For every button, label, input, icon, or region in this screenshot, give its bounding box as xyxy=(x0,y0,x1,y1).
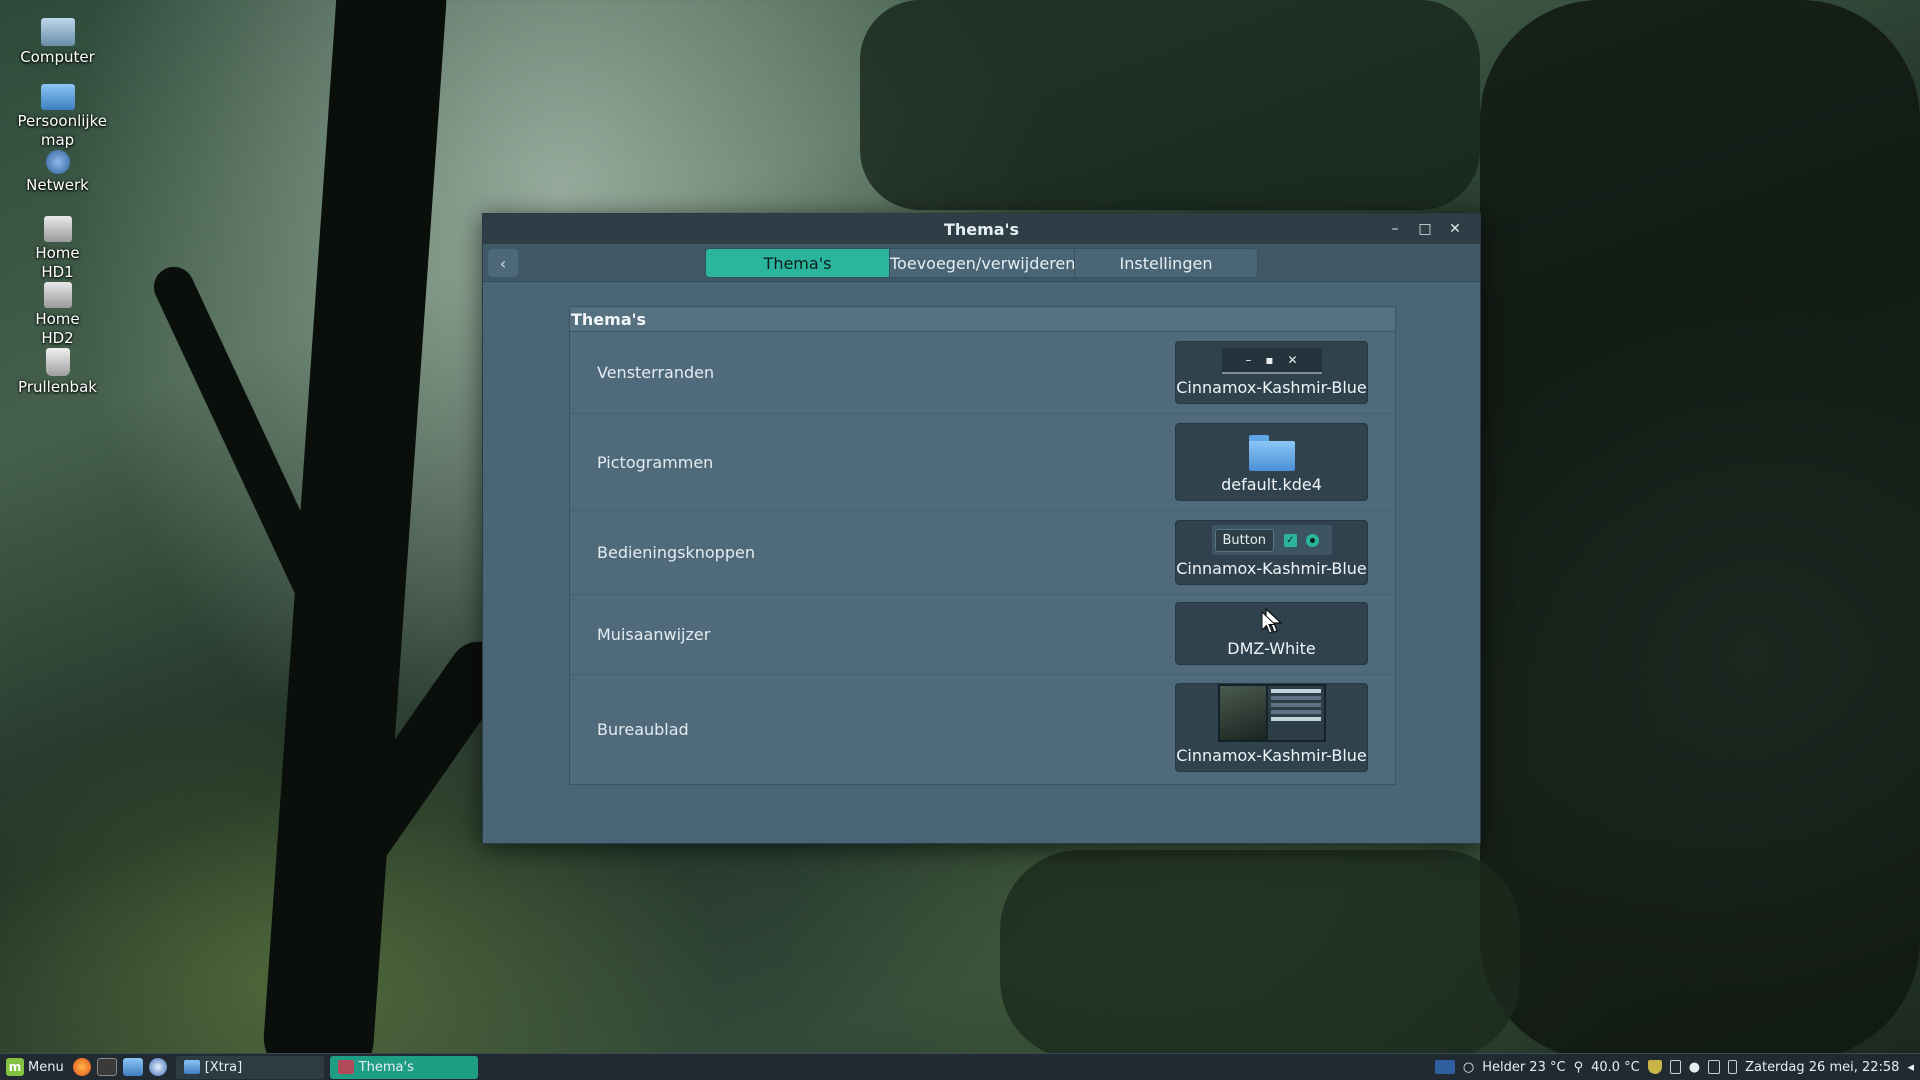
icons-theme-button[interactable]: default.kde4 xyxy=(1175,423,1368,501)
tab-settings[interactable]: Instellingen xyxy=(1074,248,1257,277)
tree-foliage xyxy=(860,0,1480,210)
desktop-icon-home-hd2[interactable]: Home HD2 xyxy=(10,282,105,348)
folder-icon xyxy=(183,1060,200,1074)
minimize-button[interactable]: – xyxy=(1380,221,1410,237)
desktop-theme-button[interactable]: Cinnamox-Kashmir-Blue xyxy=(1175,683,1368,772)
terminal-icon[interactable] xyxy=(96,1058,117,1076)
network-icon xyxy=(45,150,70,174)
drive-icon xyxy=(43,282,72,308)
desktop-preview xyxy=(1217,684,1326,742)
user-icon[interactable]: ● xyxy=(1689,1060,1700,1075)
checkbox-icon: ✓ xyxy=(1283,533,1297,547)
toolbar: ‹ Thema's Toevoegen/verwijderen Instelli… xyxy=(483,244,1480,282)
window-titlebar[interactable]: Thema's – □ ✕ xyxy=(483,214,1480,244)
desktop-icon-home-folder[interactable]: Persoonlijke map xyxy=(10,84,107,150)
clipboard-icon[interactable] xyxy=(1669,1060,1681,1074)
file-manager-icon[interactable] xyxy=(122,1058,143,1076)
mint-logo-icon: m xyxy=(6,1058,24,1076)
theme-row-window-borders: Vensterranden – ▪ ✕ Cinnamox-Kashmir-Blu… xyxy=(570,332,1395,414)
preview-button: Button xyxy=(1214,528,1275,552)
task-label: [Xtra] xyxy=(204,1059,243,1075)
folder-icon xyxy=(1248,433,1295,471)
row-label: Bureaublad xyxy=(597,719,689,739)
home-folder-icon xyxy=(40,84,75,110)
desktop-icon-label: Netwerk xyxy=(26,176,89,194)
shield-icon[interactable] xyxy=(1647,1060,1662,1074)
desktop-icon-label: Prullenbak xyxy=(18,378,97,396)
desktop-icon-trash[interactable]: Prullenbak xyxy=(10,348,105,414)
desktop-icon-label: Home HD1 xyxy=(35,244,80,281)
theme-row-icons: Pictogrammen default.kde4 xyxy=(570,414,1395,511)
tab-themes[interactable]: Thema's xyxy=(706,248,889,277)
radio-icon xyxy=(1306,533,1320,547)
close-button[interactable]: ✕ xyxy=(1440,221,1470,237)
battery-icon[interactable] xyxy=(1728,1060,1738,1074)
clock-text[interactable]: Zaterdag 26 mei, 22:58 xyxy=(1745,1060,1899,1075)
desktop-icon-label: Home HD2 xyxy=(35,310,80,347)
controls-theme-button[interactable]: Button ✓ Cinnamox-Kashmir-Blue xyxy=(1175,520,1368,585)
controls-preview: Button ✓ xyxy=(1211,525,1332,555)
themes-window: Thema's – □ ✕ ‹ Thema's Toevoegen/verwij… xyxy=(482,213,1481,844)
window-title: Thema's xyxy=(943,219,1020,239)
trash-icon xyxy=(45,348,70,376)
theme-row-cursor: Muisaanwijzer DMZ-White xyxy=(570,595,1395,675)
system-tray: ○ Helder 23 °C ⚲ 40.0 °C ● Zaterdag 26 m… xyxy=(1434,1059,1920,1075)
task-xtra[interactable]: [Xtra] xyxy=(175,1055,324,1079)
desktop-icon-computer[interactable]: Computer xyxy=(10,18,105,84)
weather-text[interactable]: Helder 23 °C xyxy=(1482,1060,1565,1075)
weather-icon: ○ xyxy=(1462,1059,1475,1075)
row-label: Pictogrammen xyxy=(597,452,714,472)
tree-foliage xyxy=(1480,0,1920,1060)
back-button[interactable]: ‹ xyxy=(488,249,518,277)
theme-row-controls: Bedieningsknoppen Button ✓ Cinnamox-Kash… xyxy=(570,511,1395,595)
theme-name: default.kde4 xyxy=(1221,475,1322,494)
row-label: Vensterranden xyxy=(597,363,715,382)
task-label: Thema's xyxy=(358,1059,414,1075)
desktop-icon-label: Persoonlijke map xyxy=(17,112,107,149)
menu-button[interactable]: m Menu xyxy=(0,1054,70,1080)
volume-icon[interactable]: ◂ xyxy=(1907,1060,1914,1075)
menu-label: Menu xyxy=(28,1059,64,1075)
theme-row-desktop: Bureaublad Cinnamox-Kashmir-Blue xyxy=(570,675,1395,783)
task-themes[interactable]: Thema's xyxy=(329,1055,478,1079)
tab-bar: Thema's Toevoegen/verwijderen Instelling… xyxy=(705,247,1258,278)
window-controls: – □ ✕ xyxy=(1380,214,1470,244)
sensor-icon: ⚲ xyxy=(1573,1059,1584,1075)
desktop-icons: Computer Persoonlijke map Netwerk Home H… xyxy=(10,18,107,414)
maximize-button[interactable]: □ xyxy=(1410,221,1440,237)
desktop-icon-home-hd1[interactable]: Home HD1 xyxy=(10,216,105,282)
row-label: Muisaanwijzer xyxy=(597,625,711,644)
notifications-icon[interactable] xyxy=(1708,1060,1721,1074)
desktop-icon-label: Computer xyxy=(20,48,95,66)
maximize-icon: ▪ xyxy=(1265,353,1274,367)
theme-name: Cinnamox-Kashmir-Blue xyxy=(1176,378,1367,397)
drive-icon xyxy=(43,216,72,242)
section-title: Thema's xyxy=(570,307,1395,332)
mouse-pointer-icon xyxy=(1261,611,1277,634)
workspace-icon[interactable] xyxy=(1434,1060,1455,1074)
theme-name: Cinnamox-Kashmir-Blue xyxy=(1176,746,1367,765)
temperature-text[interactable]: 40.0 °C xyxy=(1591,1060,1640,1075)
themes-panel: Thema's Vensterranden – ▪ ✕ Cinnamox-Kas… xyxy=(569,306,1396,785)
thunderbird-icon[interactable] xyxy=(148,1058,167,1076)
row-label: Bedieningsknoppen xyxy=(597,543,755,562)
chevron-left-icon: ‹ xyxy=(499,253,507,273)
taskbar: m Menu [Xtra] Thema's ○ Helder 23 °C ⚲ 4… xyxy=(0,1053,1920,1080)
computer-icon xyxy=(40,18,75,46)
tab-add-remove[interactable]: Toevoegen/verwijderen xyxy=(889,248,1075,277)
desktop-icon-network[interactable]: Netwerk xyxy=(10,150,105,216)
window-borders-theme-button[interactable]: – ▪ ✕ Cinnamox-Kashmir-Blue xyxy=(1175,341,1368,404)
close-icon: ✕ xyxy=(1287,353,1298,367)
theme-name: Cinnamox-Kashmir-Blue xyxy=(1176,559,1367,578)
minimize-icon: – xyxy=(1245,353,1252,367)
firefox-icon[interactable] xyxy=(72,1058,91,1076)
window-borders-preview: – ▪ ✕ xyxy=(1221,348,1322,374)
tree-foliage xyxy=(1000,850,1520,1060)
themes-icon xyxy=(337,1060,354,1074)
theme-name: DMZ-White xyxy=(1227,639,1316,658)
